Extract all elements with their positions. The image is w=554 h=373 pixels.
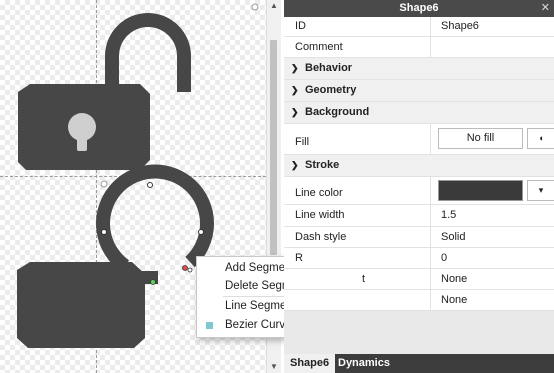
- section-behavior[interactable]: ❯ Behavior: [284, 58, 554, 80]
- chevron-right-icon: ❯: [291, 63, 299, 73]
- property-row-line-color: Line color ▾: [284, 177, 554, 205]
- color-dropdown-icon[interactable]: ▾: [527, 180, 554, 201]
- panel-title-bar: Shape6 ✕: [284, 0, 554, 17]
- fill-dropdown-icon[interactable]: ◖: [527, 128, 554, 149]
- chevron-down-icon: ❯: [291, 160, 299, 170]
- open-padlock-shape[interactable]: [18, 13, 191, 170]
- properties-panel: Shape6 ✕ ID Shape6 Comment ❯ Behavior ❯ …: [284, 0, 554, 373]
- chevron-down-icon: ❯: [291, 107, 299, 117]
- property-row-fill: Fill No fill ◖: [284, 124, 554, 155]
- section-stroke[interactable]: ❯ Stroke: [284, 155, 554, 177]
- tab-dynamics[interactable]: Dynamics: [332, 354, 396, 373]
- property-row-start-cap: t None: [284, 269, 554, 290]
- section-background[interactable]: ❯ Background: [284, 102, 554, 124]
- tab-shape6[interactable]: Shape6: [284, 354, 336, 373]
- property-key: Comment: [295, 41, 343, 53]
- scroll-down-arrow-icon[interactable]: ▼: [267, 361, 281, 373]
- scrollbar-thumb[interactable]: [270, 40, 277, 255]
- panel-empty-area: [284, 311, 554, 354]
- section-geometry[interactable]: ❯ Geometry: [284, 80, 554, 102]
- fill-button[interactable]: No fill: [438, 128, 523, 149]
- property-row-dash-style: Dash style Solid: [284, 227, 554, 248]
- property-row-id: ID Shape6: [284, 17, 554, 37]
- property-key: ID: [295, 20, 306, 32]
- padlock-body-shape[interactable]: [17, 262, 145, 348]
- menu-item-bezier-curve[interactable]: Bezier Curve: [225, 319, 291, 331]
- line-color-swatch[interactable]: [438, 180, 523, 201]
- panel-tab-bar: Shape6 Dynamics: [284, 354, 554, 373]
- close-icon[interactable]: ✕: [541, 0, 550, 17]
- property-row-comment: Comment: [284, 37, 554, 58]
- scroll-up-arrow-icon[interactable]: ▲: [267, 0, 281, 12]
- chevron-right-icon: ❯: [291, 85, 299, 95]
- property-row-end-cap: None: [284, 290, 554, 311]
- property-row-radius: R 0: [284, 248, 554, 269]
- property-row-line-width: Line width 1.5: [284, 205, 554, 227]
- checked-mark-icon: [206, 322, 213, 329]
- panel-title: Shape6: [399, 2, 439, 14]
- property-value[interactable]: Shape6: [441, 17, 479, 36]
